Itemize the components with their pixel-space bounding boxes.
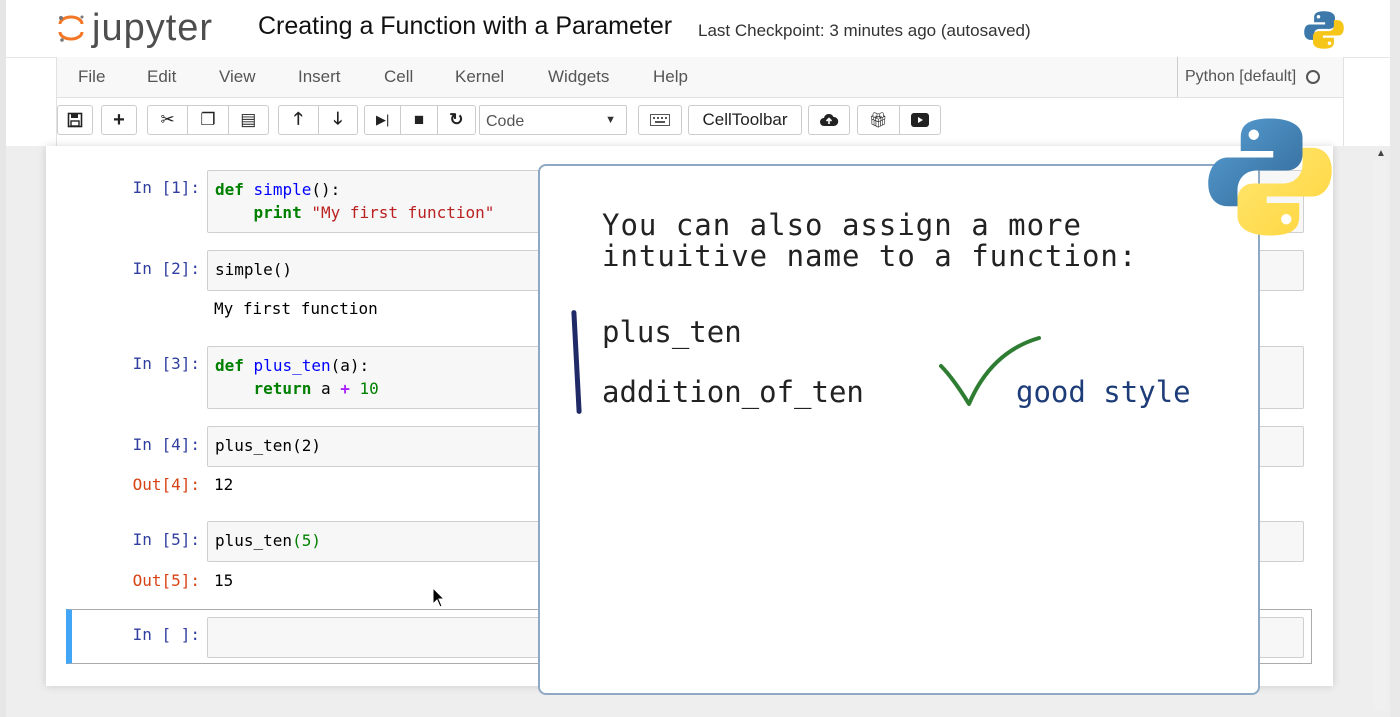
number-literal: 10 bbox=[359, 379, 379, 398]
overlay-heading-line1: You can also assign a more bbox=[602, 208, 1082, 242]
paste-icon: ▤ bbox=[240, 110, 257, 129]
menu-cell[interactable]: Cell bbox=[384, 67, 413, 87]
scrollbar[interactable] bbox=[1373, 160, 1387, 710]
output-prompt: Out[4]: bbox=[132, 475, 200, 494]
interrupt-button[interactable]: ■ bbox=[401, 106, 438, 134]
jupyter-wordmark: jupyter bbox=[92, 6, 214, 49]
cell-output: My first function bbox=[214, 299, 378, 318]
save-button[interactable] bbox=[57, 105, 93, 135]
edit-button-group: ✂ ❐ ▤ bbox=[147, 105, 269, 135]
input-prompt: In [ ]: bbox=[132, 625, 200, 644]
keyboard-icon bbox=[650, 114, 670, 126]
kernel-idle-icon bbox=[1306, 70, 1321, 84]
scroll-up-icon[interactable]: ▲ bbox=[1376, 148, 1386, 159]
keyword: def bbox=[215, 356, 244, 375]
menu-kernel[interactable]: Kernel bbox=[455, 67, 504, 87]
move-down-button[interactable]: 🡓 bbox=[319, 106, 358, 134]
example-name-2: addition_of_ten bbox=[602, 375, 864, 409]
python-logo-icon bbox=[1304, 11, 1344, 49]
kernel-name: Python [default] bbox=[1185, 68, 1297, 85]
cut-button[interactable]: ✂ bbox=[148, 106, 189, 134]
run-cell-button[interactable]: ▶| bbox=[365, 106, 402, 134]
input-prompt: In [2]: bbox=[132, 259, 200, 278]
code-text: (a): bbox=[330, 356, 370, 375]
run-button-group: ▶| ■ ↻ bbox=[364, 105, 476, 135]
slideshow-button[interactable] bbox=[900, 106, 941, 134]
gift-icon: 🎁︎ bbox=[868, 112, 888, 129]
lecture-overlay-panel: You can also assign a more intuitive nam… bbox=[538, 164, 1260, 695]
code-text: plus_ten(2) bbox=[215, 436, 321, 455]
notebook-header: jupyter Creating a Function with a Param… bbox=[6, 0, 1390, 58]
menu-widgets[interactable]: Widgets bbox=[548, 67, 609, 87]
menu-file[interactable]: File bbox=[78, 67, 105, 87]
cell-output: 15 bbox=[214, 571, 234, 590]
cell-type-select[interactable]: Code ▼ bbox=[479, 105, 627, 135]
function-name: simple bbox=[253, 180, 312, 199]
code-text: (): bbox=[311, 180, 341, 199]
overlay-heading: You can also assign a more intuitive nam… bbox=[602, 210, 1137, 272]
keyword: def bbox=[215, 180, 244, 199]
input-prompt: In [3]: bbox=[132, 354, 200, 373]
command-palette-button[interactable] bbox=[638, 105, 682, 135]
arrow-up-icon: 🡑 bbox=[293, 108, 303, 128]
menu-edit[interactable]: Edit bbox=[147, 67, 176, 87]
cloud-upload-icon bbox=[820, 113, 839, 126]
paste-button[interactable]: ▤ bbox=[229, 106, 268, 134]
restart-button[interactable]: ↻ bbox=[438, 106, 475, 134]
keyword: return bbox=[253, 379, 312, 398]
cell-type-value: Code bbox=[486, 113, 525, 130]
extra-button-group: 🎁︎ bbox=[857, 105, 941, 135]
keyword: print bbox=[253, 203, 302, 222]
caret-down-icon: ▼ bbox=[605, 114, 616, 126]
cell-output: 12 bbox=[214, 475, 234, 494]
function-name: plus_ten bbox=[253, 356, 331, 375]
operator: + bbox=[340, 379, 350, 398]
overlay-heading-line2: intuitive name to a function: bbox=[602, 239, 1138, 273]
arrow-down-icon: 🡓 bbox=[333, 108, 343, 128]
move-button-group: 🡑 🡓 bbox=[278, 105, 358, 135]
restart-icon: ↻ bbox=[449, 110, 464, 129]
kernel-indicator[interactable]: Python [default] bbox=[1177, 57, 1321, 97]
celltoolbar-label: CellToolbar bbox=[702, 110, 788, 129]
menubar: File Edit View Insert Cell Kernel Widget… bbox=[56, 57, 1344, 98]
example-name-1: plus_ten bbox=[602, 315, 742, 349]
celltoolbar-button[interactable]: CellToolbar bbox=[688, 105, 802, 135]
output-prompt: Out[5]: bbox=[132, 571, 200, 590]
copy-icon: ❐ bbox=[200, 110, 216, 129]
move-up-button[interactable]: 🡑 bbox=[279, 106, 319, 134]
notebook-title[interactable]: Creating a Function with a Parameter bbox=[258, 12, 672, 41]
jupyter-logo[interactable]: jupyter bbox=[56, 6, 213, 50]
copy-button[interactable]: ❐ bbox=[188, 106, 229, 134]
main-toolbar: + ✂ ❐ ▤ 🡑 🡓 ▶| ■ ↻ Code ▼ CellToolbar 🎁︎ bbox=[56, 98, 1344, 146]
play-video-icon bbox=[910, 113, 929, 127]
save-icon bbox=[67, 112, 83, 128]
menu-insert[interactable]: Insert bbox=[298, 67, 341, 87]
jupyter-logo-icon bbox=[58, 15, 84, 42]
publish-button[interactable] bbox=[808, 105, 850, 135]
step-forward-icon: ▶| bbox=[375, 112, 390, 127]
input-prompt: In [1]: bbox=[132, 178, 200, 197]
python-logo-large-icon bbox=[1208, 118, 1332, 236]
code-text: simple() bbox=[215, 260, 293, 279]
string-literal: "My first function" bbox=[311, 203, 495, 222]
stop-icon: ■ bbox=[413, 110, 425, 129]
input-prompt: In [4]: bbox=[132, 435, 200, 454]
code-text: plus_ten bbox=[215, 531, 293, 550]
verdict-label: good style bbox=[1016, 375, 1191, 409]
scissors-icon: ✂ bbox=[160, 110, 175, 129]
code-argument: (5) bbox=[292, 531, 321, 550]
checkpoint-status: Last Checkpoint: 3 minutes ago (autosave… bbox=[698, 21, 1031, 40]
gift-button[interactable]: 🎁︎ bbox=[858, 106, 900, 134]
menu-help[interactable]: Help bbox=[653, 67, 688, 87]
mouse-cursor-icon bbox=[432, 587, 446, 608]
plus-icon: + bbox=[113, 108, 125, 131]
insert-cell-button[interactable]: + bbox=[101, 105, 137, 135]
bracket-bar bbox=[571, 309, 582, 415]
menu-view[interactable]: View bbox=[219, 67, 256, 87]
code-text: a bbox=[320, 379, 331, 398]
window-right-edge bbox=[1390, 0, 1400, 717]
input-prompt: In [5]: bbox=[132, 530, 200, 549]
